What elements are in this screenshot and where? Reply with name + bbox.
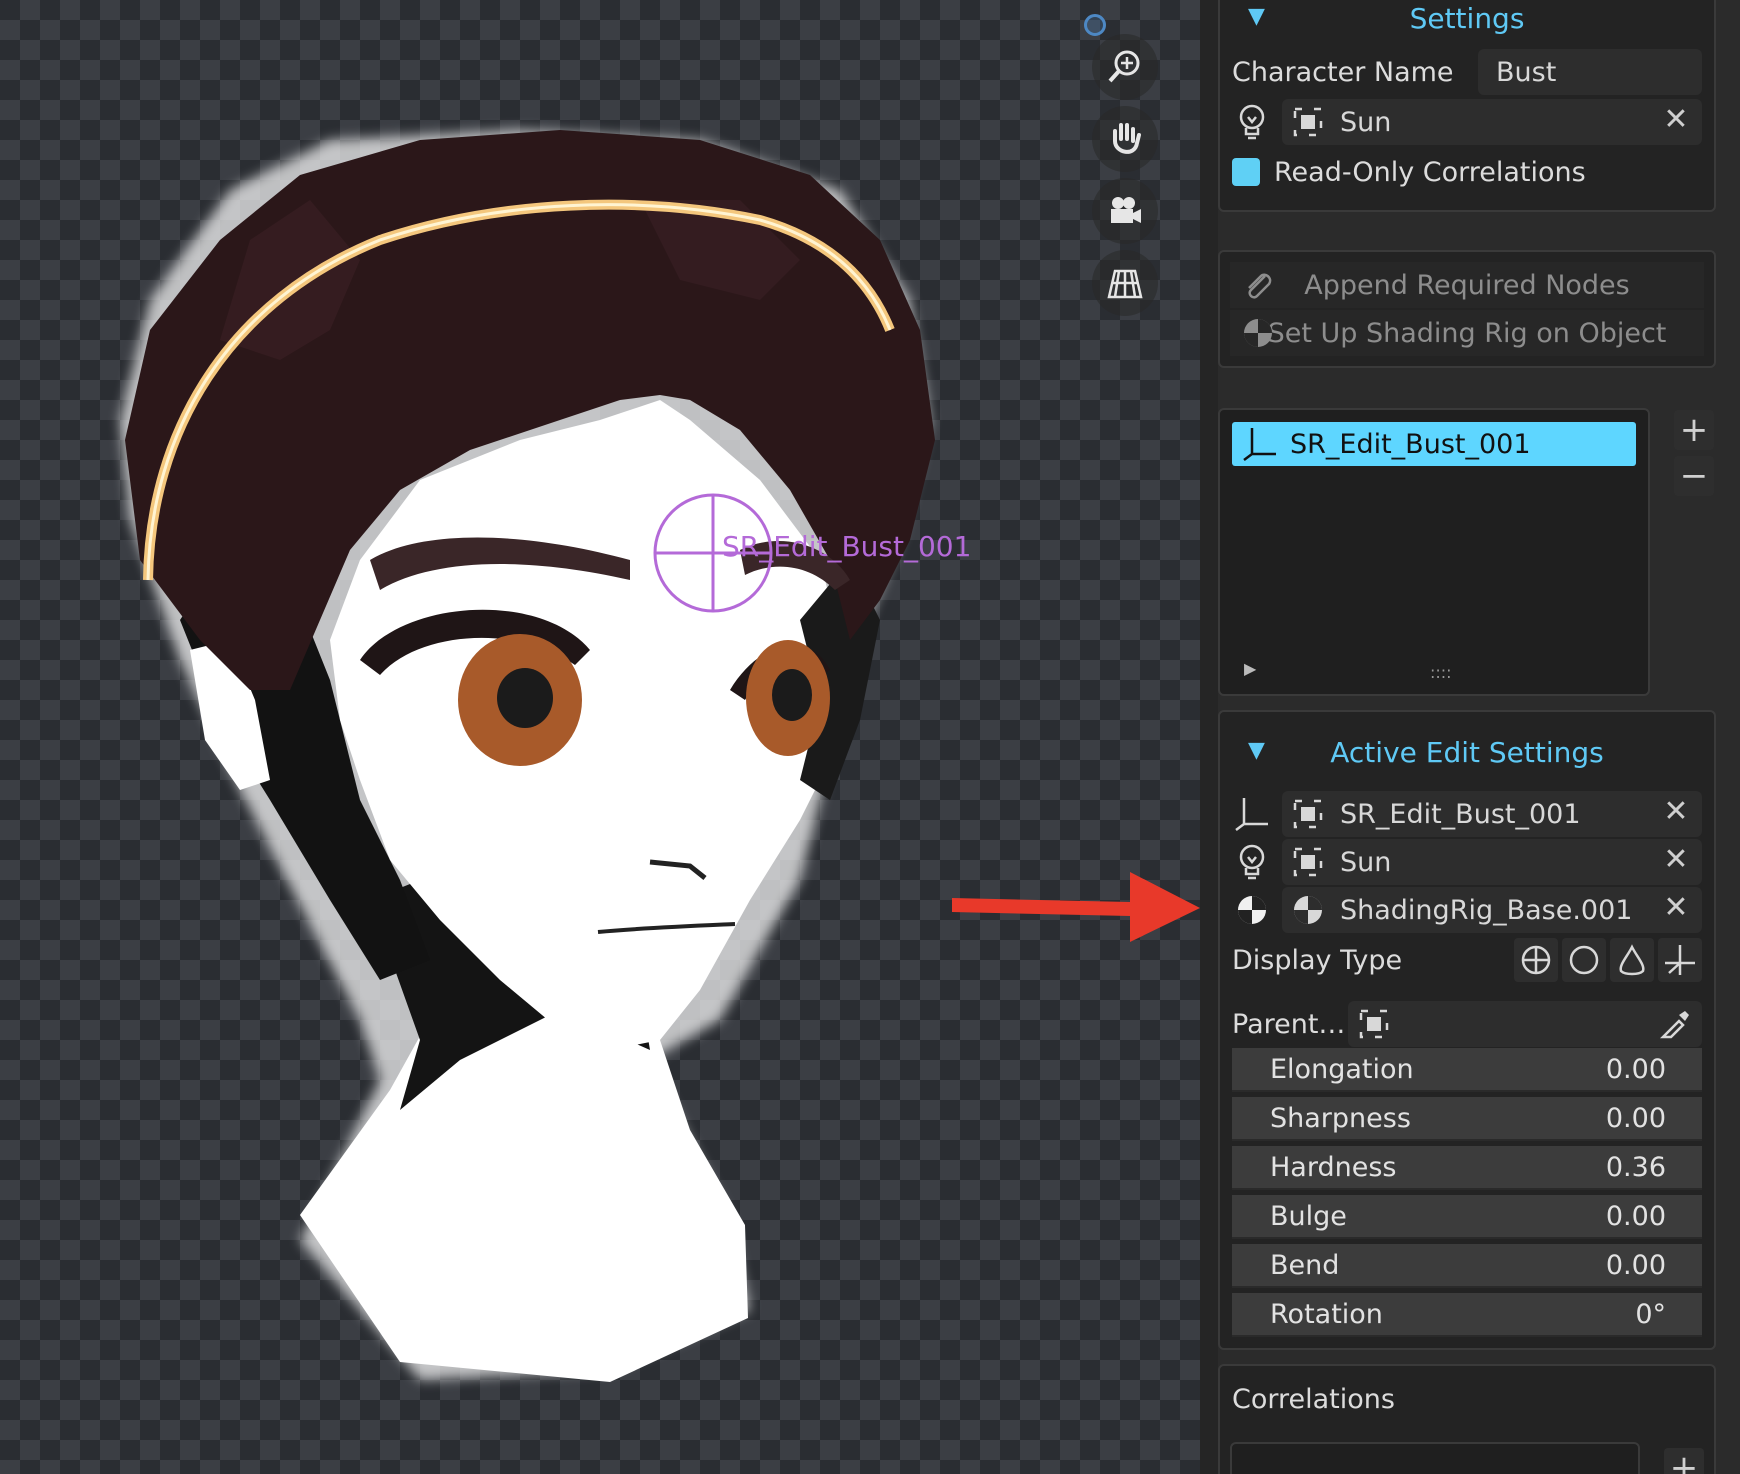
hand-pan-icon[interactable] [1092,106,1158,172]
object-icon [1288,794,1328,834]
display-sphere-cross-icon[interactable] [1514,938,1558,982]
parent-row: Parent… [1232,1001,1702,1047]
slider-value: 0.00 [1605,1102,1666,1134]
slider-label: Elongation [1270,1053,1414,1085]
read-only-checkbox[interactable] [1232,158,1260,186]
lightbulb-icon [1232,842,1272,882]
parent-field[interactable] [1348,1001,1702,1047]
rig-object-row: ShadingRig_Base.001 ✕ [1232,887,1702,933]
empty-object-row: SR_Edit_Bust_001 ✕ [1232,791,1702,837]
settings-panel: ▼ Settings Character Name Bust Sun ✕ Rea… [1218,0,1716,212]
character-name-field[interactable]: Bust [1478,49,1702,95]
clear-rig-icon[interactable]: ✕ [1656,890,1696,925]
display-type-label: Display Type [1232,944,1403,976]
rig-object-field[interactable]: ShadingRig_Base.001 [1282,887,1702,933]
paperclip-icon [1238,265,1278,305]
object-icon [1354,1004,1394,1044]
slider-label: Rotation [1270,1298,1383,1330]
object-icon [1288,842,1328,882]
character-name-row: Character Name Bust [1232,49,1702,95]
light-object-name: Sun [1340,846,1392,878]
object-icon [1288,102,1328,142]
rig-object-name: ShadingRig_Base.001 [1340,894,1633,926]
slider-label: Sharpness [1270,1102,1411,1134]
append-nodes-label: Append Required Nodes [1304,269,1630,301]
display-type-row: Display Type [1232,938,1702,982]
light-object-row: Sun ✕ [1232,839,1702,885]
setup-rig-button[interactable]: Set Up Shading Rig on Object [1230,310,1704,356]
bulge-slider[interactable]: Bulge 0.00 [1232,1195,1702,1239]
eyedropper-icon[interactable] [1656,1004,1696,1044]
elongation-slider[interactable]: Elongation 0.00 [1232,1048,1702,1092]
bust-model [120,130,935,1382]
settings-header[interactable]: ▼ Settings [1220,0,1714,46]
display-cone-icon[interactable] [1610,938,1654,982]
camera-icon[interactable] [1092,178,1158,244]
character-name-label: Character Name [1232,56,1454,88]
list-resize-grip[interactable]: :::: [1430,663,1452,682]
slider-label: Bend [1270,1249,1340,1281]
red-arrow-annotation [952,872,1200,942]
lightbulb-icon [1232,102,1272,142]
zoom-icon[interactable] [1092,34,1158,100]
slider-value: 0° [1635,1298,1666,1330]
light-object-name: Sun [1340,106,1392,138]
read-only-label: Read-Only Correlations [1274,156,1586,188]
shading-rig-icon [1238,313,1278,353]
add-item-button[interactable]: + [1674,410,1714,450]
active-edit-header[interactable]: ▼ Active Edit Settings [1220,724,1714,780]
empty-axis-icon [1240,424,1280,464]
read-only-row[interactable]: Read-Only Correlations [1232,150,1702,194]
slider-value: 0.00 [1605,1249,1666,1281]
rotation-slider[interactable]: Rotation 0° [1232,1293,1702,1337]
edit-list[interactable]: SR_Edit_Bust_001 ▶ :::: [1218,408,1650,696]
correlations-list[interactable] [1230,1442,1640,1474]
sharpness-slider[interactable]: Sharpness 0.00 [1232,1097,1702,1141]
empty-object-label: SR_Edit_Bust_001 [722,530,972,563]
display-circle-icon[interactable] [1562,938,1606,982]
empty-axis-icon [1232,794,1272,834]
shading-rig-icon [1232,890,1272,930]
correlations-title: Correlations [1232,1384,1395,1415]
hardness-slider[interactable]: Hardness 0.36 [1232,1146,1702,1190]
append-nodes-button[interactable]: Append Required Nodes [1230,262,1704,308]
correlations-panel: Correlations + [1218,1364,1716,1474]
slider-label: Bulge [1270,1200,1347,1232]
display-axes-icon[interactable] [1658,938,1702,982]
clear-empty-icon[interactable]: ✕ [1656,794,1696,829]
list-item-label: SR_Edit_Bust_001 [1290,428,1531,460]
list-item[interactable]: SR_Edit_Bust_001 [1232,422,1636,466]
light-object-field[interactable]: Sun [1282,839,1702,885]
active-edit-title: Active Edit Settings [1330,736,1604,769]
empty-object-name: SR_Edit_Bust_001 [1340,798,1581,830]
navigation-gizmo-dot[interactable] [1084,14,1106,36]
slider-value: 0.00 [1605,1053,1666,1085]
slider-label: Hardness [1270,1151,1397,1183]
light-object-field[interactable]: Sun [1282,99,1702,145]
remove-item-button[interactable]: − [1674,456,1714,496]
light-object-row: Sun ✕ [1232,99,1702,145]
3d-viewport[interactable]: SR_Edit_Bust_001 [0,0,1200,1474]
slider-value: 0.00 [1605,1200,1666,1232]
panel-scroll-strip [1200,0,1218,1474]
clear-light-icon[interactable]: ✕ [1656,102,1696,137]
clear-light-icon[interactable]: ✕ [1656,842,1696,877]
settings-title: Settings [1409,2,1525,35]
perspective-grid-icon[interactable] [1092,250,1158,316]
bend-slider[interactable]: Bend 0.00 [1232,1244,1702,1288]
empty-object-field[interactable]: SR_Edit_Bust_001 [1282,791,1702,837]
actions-panel: Append Required Nodes Set Up Shading Rig… [1218,250,1716,368]
add-correlation-button[interactable]: + [1664,1448,1704,1474]
shading-rig-icon [1288,890,1328,930]
slider-value: 0.36 [1605,1151,1666,1183]
setup-rig-label: Set Up Shading Rig on Object [1267,317,1667,349]
expand-triangle-icon[interactable]: ▶ [1244,659,1256,678]
active-edit-panel: ▼ Active Edit Settings SR_Edit_Bust_001 … [1218,710,1716,1350]
parent-label: Parent… [1232,1008,1346,1040]
